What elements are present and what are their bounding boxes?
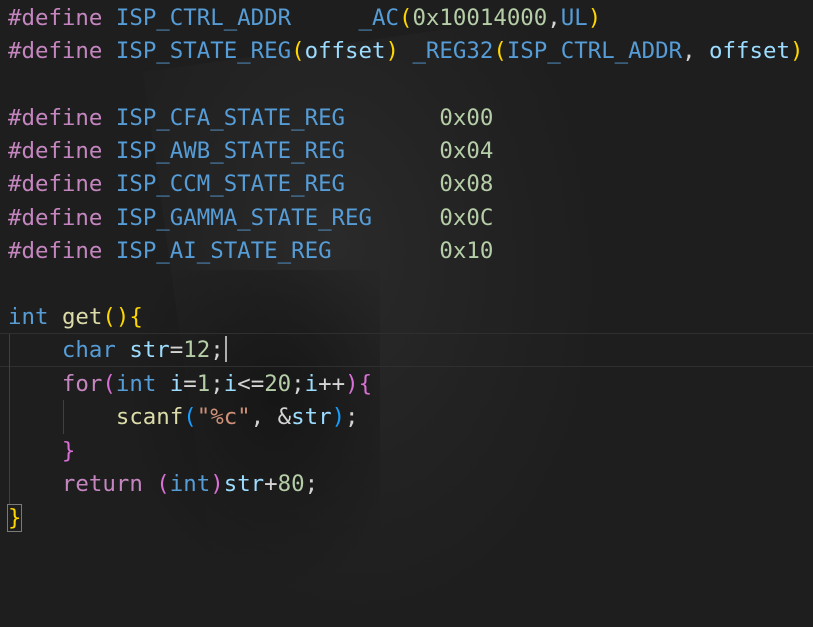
macro-name: ISP_STATE_REG: [115, 38, 292, 64]
semicolon: ;: [304, 471, 319, 497]
macro-param: offset: [304, 38, 386, 64]
macro-arg: offset: [709, 38, 790, 64]
macro-arg: UL: [560, 5, 588, 31]
macro-call: _REG32: [412, 38, 494, 64]
code-line-7: #define ISP_GAMMA_STATE_REG 0x0C: [8, 202, 493, 235]
bracket: ): [331, 404, 346, 430]
bracket: ): [345, 371, 359, 397]
semicolon: ;: [210, 337, 224, 363]
code-line-16: }: [6, 502, 23, 535]
code-line-5: #define ISP_AWB_STATE_REG 0x04: [8, 135, 493, 168]
number-literal: 1: [196, 371, 211, 397]
macro-name: ISP_AI_STATE_REG: [115, 238, 332, 264]
function-name: scanf: [115, 404, 184, 430]
bracket: ): [210, 471, 224, 497]
variable: str: [291, 404, 332, 430]
code-line-1: #define ISP_CTRL_ADDR _AC(0x10014000,UL): [8, 2, 601, 35]
macro-name: ISP_CCM_STATE_REG: [115, 171, 346, 197]
bracket: (: [493, 38, 507, 64]
comma: ,: [682, 38, 710, 64]
preprocessor-directive: #define: [8, 171, 103, 197]
code-line-8: #define ISP_AI_STATE_REG 0x10: [8, 235, 493, 268]
code-line-2: #define ISP_STATE_REG(offset) _REG32(ISP…: [8, 35, 803, 68]
string-literal: "%c": [196, 404, 251, 430]
type-keyword: char: [61, 337, 116, 363]
bracket: }: [6, 504, 23, 532]
number-literal: 0x00: [439, 105, 494, 131]
number-literal: 0x10: [439, 238, 494, 264]
number-literal: 0x0C: [439, 205, 494, 231]
operator: <=: [237, 371, 265, 397]
operator: ++: [318, 371, 346, 397]
number-literal: 0x10014000: [412, 5, 548, 31]
variable: i: [169, 371, 184, 397]
number-literal: 20: [264, 371, 292, 397]
control-keyword: return: [61, 471, 143, 497]
semicolon: ;: [345, 404, 359, 430]
semicolon: ;: [291, 371, 305, 397]
bracket: ): [587, 5, 602, 31]
number-literal: 12: [183, 337, 211, 363]
code-line-12: for(int i=1;i<=20;i++){: [8, 368, 372, 401]
code-line-10: int get(){: [8, 301, 143, 334]
bracket: (: [156, 471, 170, 497]
code-line-15: return (int)str+80;: [8, 468, 318, 501]
operator: =: [169, 337, 184, 363]
bracket: {: [129, 304, 143, 330]
variable: i: [223, 371, 238, 397]
bracket: (: [183, 404, 197, 430]
number-literal: 0x04: [439, 138, 494, 164]
semicolon: ;: [210, 371, 224, 397]
bracket: (): [102, 304, 130, 330]
operator: =: [183, 371, 197, 397]
bracket: (: [291, 38, 305, 64]
type-keyword: int: [169, 471, 211, 497]
operator: &: [277, 404, 292, 430]
bracket: ): [789, 38, 804, 64]
code-line-13: scanf("%c", &str);: [8, 401, 359, 434]
bracket: ): [385, 38, 399, 64]
preprocessor-directive: #define: [8, 138, 103, 164]
code-line-6: #define ISP_CCM_STATE_REG 0x08: [8, 168, 493, 201]
macro-name: ISP_GAMMA_STATE_REG: [115, 205, 372, 231]
operator: +: [264, 471, 278, 497]
preprocessor-directive: #define: [8, 38, 103, 64]
preprocessor-directive: #define: [8, 5, 103, 31]
text-cursor: [224, 336, 227, 362]
code-line-4: #define ISP_CFA_STATE_REG 0x00: [8, 102, 493, 135]
macro-call: _AC: [358, 5, 399, 31]
number-literal: 80: [277, 471, 305, 497]
bracket: (: [398, 5, 413, 31]
bracket: (: [102, 371, 116, 397]
type-keyword: int: [115, 371, 157, 397]
comma: ,: [547, 5, 561, 31]
function-name: get: [61, 304, 103, 330]
type-keyword: int: [8, 304, 49, 330]
variable: str: [223, 471, 265, 497]
preprocessor-directive: #define: [8, 205, 103, 231]
code-line-11: char str=12;: [8, 334, 227, 367]
code-line-14: }: [8, 435, 75, 468]
control-keyword: for: [61, 371, 103, 397]
preprocessor-directive: #define: [8, 105, 103, 131]
preprocessor-directive: #define: [8, 238, 103, 264]
comma: ,: [250, 404, 278, 430]
code-editor[interactable]: #define ISP_CTRL_ADDR _AC(0x10014000,UL)…: [0, 0, 813, 546]
number-literal: 0x08: [439, 171, 494, 197]
variable: i: [304, 371, 319, 397]
variable: str: [129, 337, 170, 363]
macro-name: ISP_CTRL_ADDR: [115, 5, 292, 31]
macro-name: ISP_CFA_STATE_REG: [115, 105, 346, 131]
macro-name: ISP_AWB_STATE_REG: [115, 138, 346, 164]
bracket: {: [358, 371, 373, 397]
macro-arg: ISP_CTRL_ADDR: [506, 38, 683, 64]
bracket: }: [61, 438, 76, 464]
